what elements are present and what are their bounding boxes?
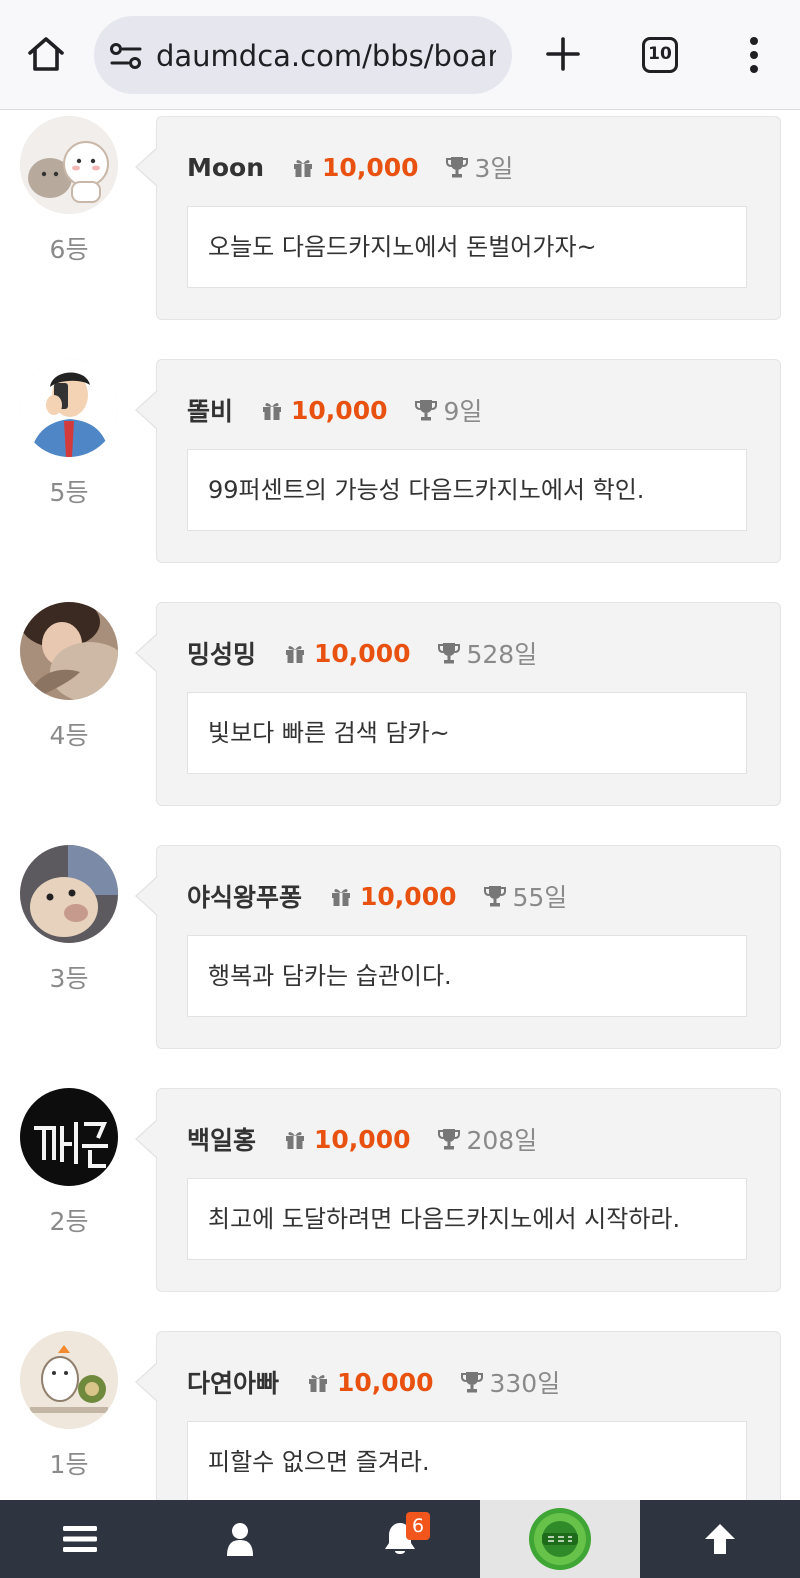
rank-label: 2등 — [49, 1207, 89, 1236]
nickname[interactable]: 똘비 — [187, 392, 233, 428]
gift-icon — [294, 160, 313, 177]
notification-button[interactable]: 6 — [320, 1500, 480, 1578]
comment-bubble: 똘비 10,000 9일 99퍼센트의 가능성 다음드카지노에서 학인. — [135, 359, 781, 563]
rank-label: 4등 — [49, 721, 89, 750]
comment-bubble: Moon 10,000 3일 오늘도 다음드카지노에서 돈벌어가자~ — [135, 116, 781, 320]
comment-meta: 다연아빠 10,000 330일 — [187, 1364, 560, 1400]
trophy-icon — [437, 1129, 460, 1150]
trophy-icon — [460, 1372, 483, 1393]
comment-meta: 백일홍 10,000 208일 — [187, 1121, 537, 1157]
comment-meta: Moon 10,000 3일 — [187, 149, 513, 185]
comment-message: 빛보다 빠른 검색 담카~ — [187, 692, 747, 774]
gift-icon — [332, 889, 351, 906]
points-value: 10,000 — [337, 1367, 434, 1397]
comment-bubble: 백일홍 10,000 208일 최고에 도달하려면 다음드카지노에서 시작하라. — [135, 1088, 781, 1292]
comment-item: 3등 야식왕푸퐁 10,000 55일 행복과 담카는 습관이다. — [0, 845, 800, 1049]
daumd-casino-logo — [529, 1508, 591, 1570]
points-value: 10,000 — [322, 152, 419, 182]
home-icon[interactable] — [26, 34, 66, 74]
nickname[interactable]: 야식왕푸퐁 — [187, 878, 302, 914]
user-button[interactable] — [160, 1500, 320, 1578]
casino-home-button[interactable] — [480, 1500, 640, 1578]
comment-message: 오늘도 다음드카지노에서 돈벌어가자~ — [187, 206, 747, 288]
comment-message: 최고에 도달하려면 다음드카지노에서 시작하라. — [187, 1178, 747, 1260]
user-icon — [227, 1523, 253, 1556]
browser-toolbar: daumdca.com/bbs/board 10 — [0, 0, 800, 110]
nickname[interactable]: 다연아빠 — [187, 1364, 279, 1400]
comment-meta: 똘비 10,000 9일 — [187, 392, 482, 428]
points-value: 10,000 — [314, 1124, 411, 1154]
points-value: 10,000 — [314, 638, 411, 668]
nickname[interactable]: Moon — [187, 153, 264, 182]
tab-switcher-button[interactable]: 10 — [642, 37, 678, 73]
notification-badge: 6 — [406, 1512, 430, 1540]
address-bar[interactable]: daumdca.com/bbs/board — [94, 16, 512, 94]
trophy-icon — [483, 886, 506, 907]
url-text[interactable]: daumdca.com/bbs/board — [156, 38, 496, 74]
comment-item: 5등 똘비 10,000 9일 99퍼센트의 가능성 다음드카지노에서 학인. — [0, 359, 800, 563]
membership-days: 3일 — [474, 154, 514, 183]
comment-item: 4등 밍성밍 10,000 528일 빛보다 빠른 검색 담카~ — [0, 602, 800, 806]
trophy-icon — [414, 400, 437, 421]
dog-photo-avatar[interactable] — [20, 845, 118, 943]
trophy-icon — [445, 157, 468, 178]
membership-days: 528일 — [466, 640, 538, 669]
points-value: 10,000 — [291, 395, 388, 425]
rank-label: 1등 — [49, 1450, 89, 1479]
membership-days: 208일 — [466, 1126, 538, 1155]
more-menu-icon[interactable] — [748, 36, 760, 74]
rank-label: 3등 — [49, 964, 89, 993]
comment-meta: 야식왕푸퐁 10,000 55일 — [187, 878, 567, 914]
comment-message: 99퍼센트의 가능성 다음드카지노에서 학인. — [187, 449, 747, 531]
comment-item: 6등 Moon 10,000 3일 오늘도 다음드카지노에서 돈벌어가자~ — [0, 116, 800, 320]
nickname[interactable]: 백일홍 — [187, 1121, 256, 1157]
comment-message: 행복과 담카는 습관이다. — [187, 935, 747, 1017]
new-tab-icon[interactable] — [545, 36, 581, 72]
membership-days: 55일 — [512, 883, 568, 912]
comment-message: 피할수 없으면 즐겨라. — [187, 1421, 747, 1503]
neon-sign-avatar[interactable] — [20, 1088, 118, 1186]
comment-bubble: 야식왕푸퐁 10,000 55일 행복과 담카는 습관이다. — [135, 845, 781, 1049]
trophy-icon — [437, 643, 460, 664]
gift-icon — [263, 403, 282, 420]
hamster-cartoon-avatar[interactable] — [20, 1331, 118, 1429]
arrow-up-icon — [705, 1524, 735, 1554]
businessman-phone-avatar[interactable] — [20, 359, 118, 457]
gift-icon — [286, 1132, 305, 1149]
menu-button[interactable] — [0, 1500, 160, 1578]
comment-item: 2등 백일홍 10,000 208일 최고에 도달하려면 다음드카지노에서 시작… — [0, 1088, 800, 1292]
membership-days: 330일 — [489, 1369, 561, 1398]
nickname[interactable]: 밍성밍 — [187, 635, 256, 671]
cartoon-cats-avatar[interactable] — [20, 116, 118, 214]
gift-icon — [309, 1375, 328, 1392]
menu-icon — [63, 1526, 97, 1552]
bottom-nav-bar: 6 — [0, 1500, 800, 1578]
points-value: 10,000 — [360, 881, 457, 911]
woman-photo-avatar[interactable] — [20, 602, 118, 700]
site-settings-icon[interactable] — [110, 42, 142, 70]
rank-label: 5등 — [49, 478, 89, 507]
rank-label: 6등 — [49, 235, 89, 264]
membership-days: 9일 — [443, 397, 483, 426]
gift-icon — [286, 646, 305, 663]
comment-bubble: 밍성밍 10,000 528일 빛보다 빠른 검색 담카~ — [135, 602, 781, 806]
scroll-top-button[interactable] — [640, 1500, 800, 1578]
comment-meta: 밍성밍 10,000 528일 — [187, 635, 537, 671]
